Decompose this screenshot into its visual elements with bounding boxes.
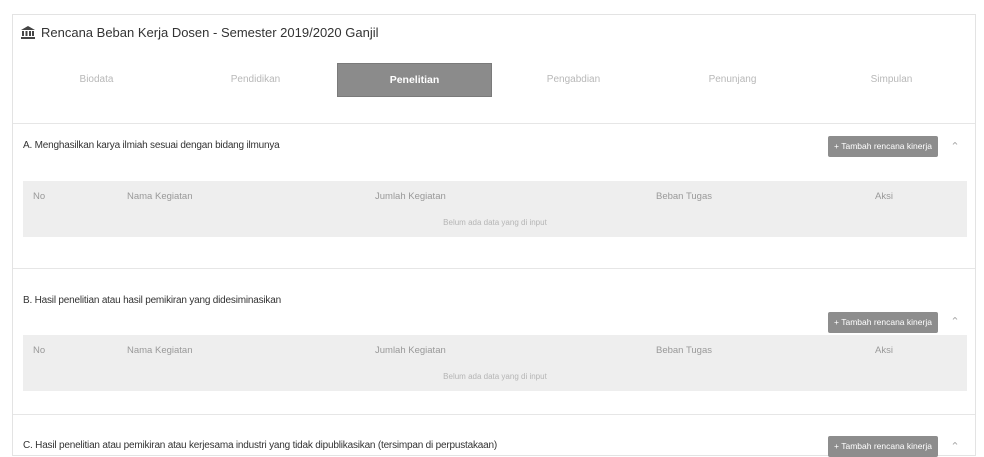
header-nama: Nama Kegiatan xyxy=(127,345,193,356)
tab-pendidikan[interactable]: Pendidikan xyxy=(178,63,333,97)
header-no: No xyxy=(33,191,46,202)
header-jumlah: Jumlah Kegiatan xyxy=(375,191,446,202)
page-title: Rencana Beban Kerja Dosen - Semester 201… xyxy=(21,25,379,40)
header-no: No xyxy=(33,345,46,356)
divider xyxy=(13,268,975,269)
chevron-up-icon[interactable]: ⌃ xyxy=(946,438,964,456)
chevron-up-icon[interactable]: ⌃ xyxy=(946,313,964,331)
bank-icon xyxy=(21,26,35,39)
header-beban: Beban Tugas xyxy=(656,191,712,202)
tab-bar: Biodata Pendidikan Penelitian Pengabdian… xyxy=(13,61,975,101)
header-beban: Beban Tugas xyxy=(656,345,712,356)
section-c-title: C. Hasil penelitian atau pemikiran atau … xyxy=(23,440,497,451)
tab-simpulan[interactable]: Simpulan xyxy=(814,63,969,97)
header-aksi: Aksi xyxy=(875,191,893,202)
empty-message: Belum ada data yang di input xyxy=(443,218,547,227)
tab-pengabdian[interactable]: Pengabdian xyxy=(496,63,651,97)
divider xyxy=(13,414,975,415)
section-a-title: A. Menghasilkan karya ilmiah sesuai deng… xyxy=(23,140,280,151)
rbkd-card: Rencana Beban Kerja Dosen - Semester 201… xyxy=(12,14,976,457)
tab-biodata[interactable]: Biodata xyxy=(19,63,174,97)
chevron-up-icon[interactable]: ⌃ xyxy=(946,138,964,156)
header-jumlah: Jumlah Kegiatan xyxy=(375,345,446,356)
section-b-table: No Nama Kegiatan Jumlah Kegiatan Beban T… xyxy=(23,335,967,391)
tab-penunjang[interactable]: Penunjang xyxy=(655,63,810,97)
section-b-title: B. Hasil penelitian atau hasil pemikiran… xyxy=(23,295,281,306)
empty-message: Belum ada data yang di input xyxy=(443,372,547,381)
page-title-text: Rencana Beban Kerja Dosen - Semester 201… xyxy=(41,25,379,40)
header-nama: Nama Kegiatan xyxy=(127,191,193,202)
section-a-table: No Nama Kegiatan Jumlah Kegiatan Beban T… xyxy=(23,181,967,237)
add-plan-button-a[interactable]: + Tambah rencana kinerja xyxy=(828,136,938,157)
header-aksi: Aksi xyxy=(875,345,893,356)
add-plan-button-b[interactable]: + Tambah rencana kinerja xyxy=(828,312,938,333)
tab-penelitian[interactable]: Penelitian xyxy=(337,63,492,97)
divider xyxy=(13,123,975,124)
